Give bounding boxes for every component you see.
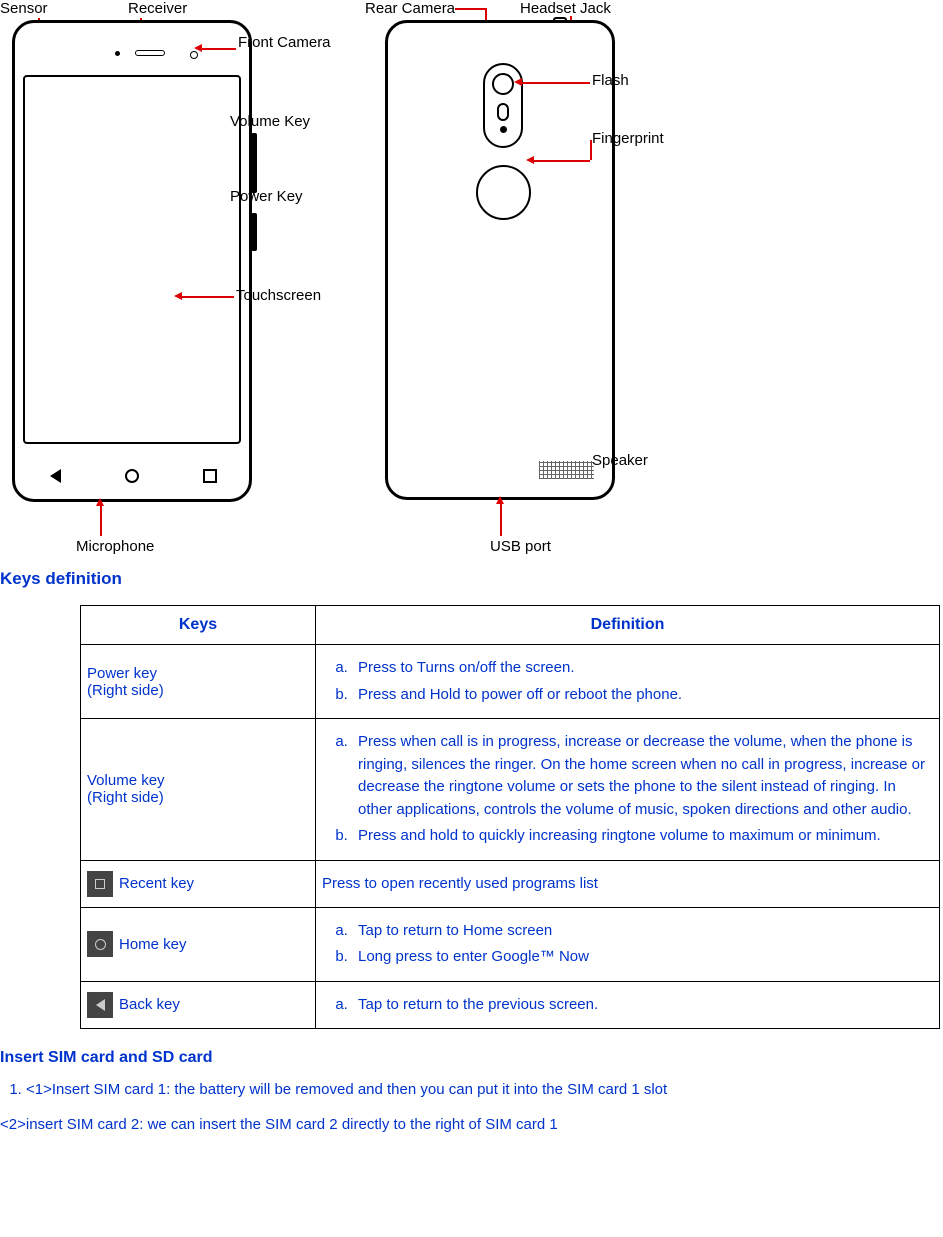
sim-item-2: <2>insert SIM card 2: we can insert the … [0,1116,943,1133]
power-key-icon [251,213,257,251]
home-key-icon [87,931,113,957]
table-row: Power key (Right side) Press to Turns on… [81,645,940,719]
volume-key-icon [251,133,257,193]
def-item: Tap to return to Home screen [352,918,933,945]
header-keys: Keys [81,606,316,645]
label-receiver: Receiver [128,0,187,17]
headset-jack-icon [553,17,567,23]
recent-nav-icon [203,469,217,483]
sim-heading: Insert SIM card and SD card [0,1049,943,1067]
phone-back-outline [385,20,615,500]
table-row: Recent key Press to open recently used p… [81,860,940,907]
table-header-row: Keys Definition [81,606,940,645]
flash-icon [497,103,509,121]
speaker-icon [539,461,594,479]
recent-key-cell: Recent key [81,860,316,907]
label-speaker: Speaker [592,452,648,469]
def-item: Press when call is in progress, increase… [352,729,933,823]
recent-key-icon [87,871,113,897]
def-item: Press to Turns on/off the screen. [352,655,933,682]
home-nav-icon [125,469,139,483]
label-touchscreen: Touchscreen [236,287,321,304]
front-view: Sensor Receiver Front Camera Volume Key … [0,0,350,555]
keys-table-wrapper: Keys Definition Power key (Right side) P… [0,605,943,1029]
key-name: Back key [119,996,180,1013]
fingerprint-icon [476,165,531,220]
header-definition: Definition [316,606,940,645]
label-sensor: Sensor [0,0,48,17]
key-sub: (Right side) [87,682,309,699]
recent-key-def: Press to open recently used programs lis… [316,860,940,907]
label-rear-camera: Rear Camera [365,0,455,17]
label-microphone: Microphone [76,538,154,555]
back-nav-icon [47,469,61,483]
table-row: Back key Tap to return to the previous s… [81,981,940,1029]
power-key-def: Press to Turns on/off the screen. Press … [316,645,940,719]
def-item: Tap to return to the previous screen. [352,992,933,1019]
def-item: Press and Hold to power off or reboot th… [352,682,933,709]
key-name: Home key [119,936,187,953]
front-camera-icon [190,51,198,59]
phone-diagrams: Sensor Receiver Front Camera Volume Key … [0,0,943,565]
key-name: Power key [87,665,157,682]
def-item: Long press to enter Google™ Now [352,944,933,971]
power-key-cell: Power key (Right side) [81,645,316,719]
home-key-def: Tap to return to Home screen Long press … [316,907,940,981]
key-name: Recent key [119,875,194,892]
sim-item-1: <1>Insert SIM card 1: the battery will b… [26,1077,943,1102]
label-fingerprint: Fingerprint [592,130,664,147]
receiver-icon [135,50,165,56]
keys-definition-heading: Keys definition [0,569,943,589]
volume-key-def: Press when call is in progress, increase… [316,719,940,861]
label-power-key: Power Key [230,188,303,205]
table-row: Volume key (Right side) Press when call … [81,719,940,861]
touchscreen-icon [23,75,241,444]
label-volume-key: Volume Key [230,113,310,130]
home-key-cell: Home key [81,907,316,981]
label-flash: Flash [592,72,629,89]
def-item: Press and hold to quickly increasing rin… [352,823,933,850]
back-key-def: Tap to return to the previous screen. [316,981,940,1029]
key-sub: (Right side) [87,789,309,806]
back-key-icon [87,992,113,1018]
back-view: Rear Camera Headset Jack Flash Fingerpri… [360,0,920,555]
sim-list: <1>Insert SIM card 1: the battery will b… [0,1077,943,1102]
back-key-cell: Back key [81,981,316,1029]
volume-key-cell: Volume key (Right side) [81,719,316,861]
key-name: Volume key [87,772,165,789]
nav-bar-icon [15,469,249,483]
table-row: Home key Tap to return to Home screen Lo… [81,907,940,981]
rear-camera-lens-icon [492,73,514,95]
sensor-icon [115,51,120,56]
label-headset-jack: Headset Jack [520,0,611,17]
phone-front-outline [12,20,252,502]
label-front-camera: Front Camera [238,34,331,51]
keys-table: Keys Definition Power key (Right side) P… [80,605,940,1029]
label-usb-port: USB port [490,538,551,555]
flash-led-icon [500,126,507,133]
